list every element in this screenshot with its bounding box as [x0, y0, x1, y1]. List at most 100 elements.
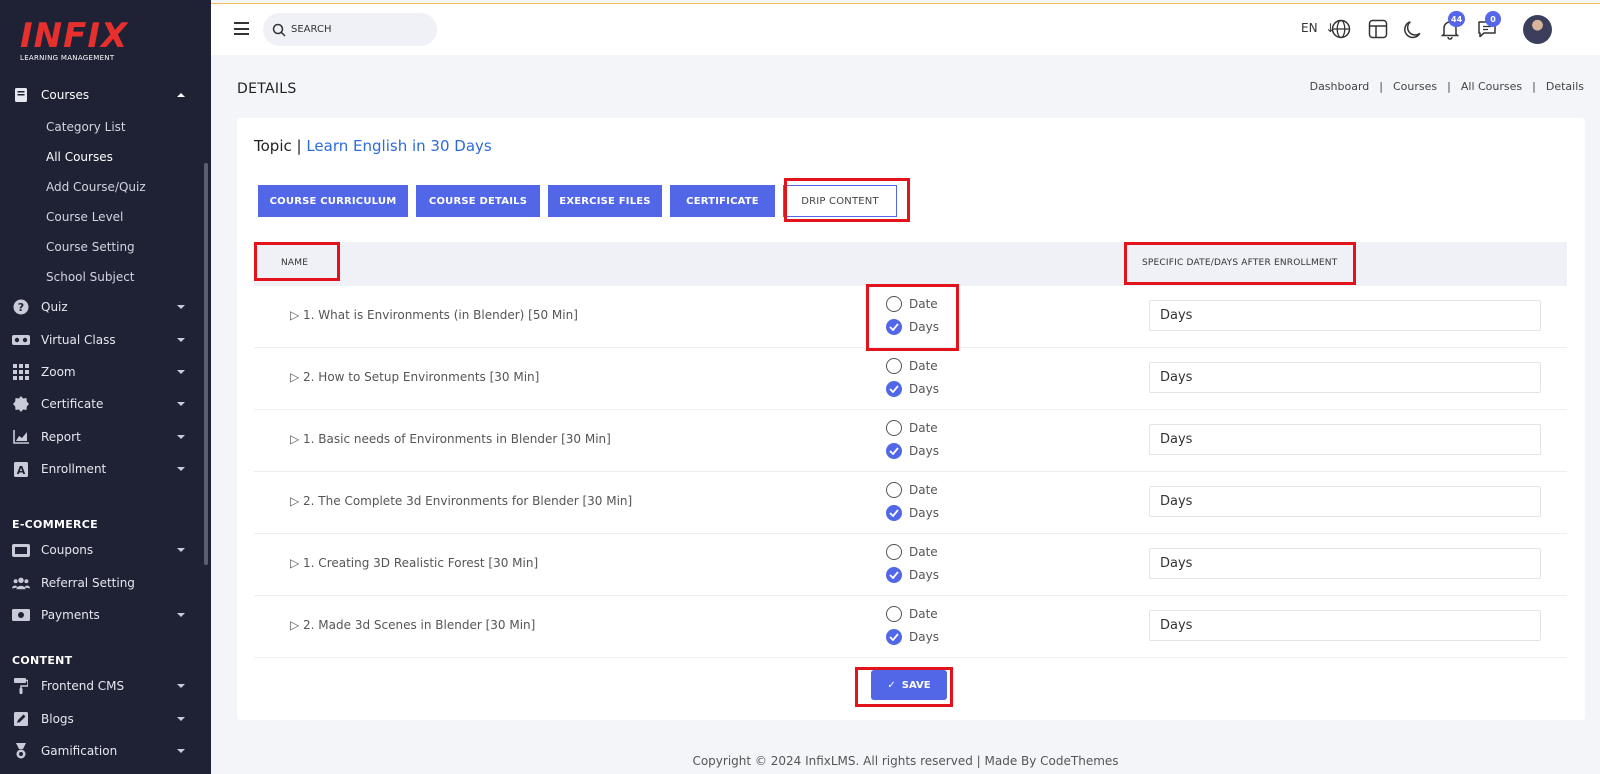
radio-days[interactable]: Days: [886, 505, 939, 521]
radio-date[interactable]: Date: [886, 482, 938, 498]
sidebar-subitem-add-course[interactable]: Add Course/Quiz: [46, 180, 146, 194]
users-icon: [12, 575, 30, 591]
breadcrumb-all-courses[interactable]: All Courses: [1461, 80, 1522, 93]
days-input[interactable]: [1149, 486, 1541, 517]
lesson-title[interactable]: ▷ 2. Made 3d Scenes in Blender [30 Min]: [290, 618, 535, 632]
radio-date[interactable]: Date: [886, 420, 938, 436]
lesson-title[interactable]: ▷ 1. Basic needs of Environments in Blen…: [290, 432, 611, 446]
content-card: Topic | Learn English in 30 Days COURSE …: [237, 118, 1585, 720]
grid-icon: [12, 364, 30, 380]
sidebar-item-enrollment[interactable]: A Enrollment: [0, 455, 205, 483]
menu-toggle-icon[interactable]: [234, 22, 249, 35]
sidebar-item-virtual-class[interactable]: Virtual Class: [0, 326, 205, 354]
app-logo[interactable]: INFIX LEARNING MANAGEMENT: [20, 18, 128, 62]
avatar[interactable]: [1523, 15, 1552, 44]
sidebar-item-courses[interactable]: Courses: [0, 81, 205, 109]
radio-days[interactable]: Days: [886, 443, 939, 459]
sidebar-subitem-all-courses[interactable]: All Courses: [46, 150, 113, 164]
radio-days[interactable]: Days: [886, 567, 939, 583]
table-header: NAME SPECIFIC DATE/DAYS AFTER ENROLLMENT: [254, 242, 1567, 286]
days-input[interactable]: [1149, 362, 1541, 393]
svg-text:?: ?: [18, 301, 24, 314]
radio-date[interactable]: Date: [886, 296, 938, 312]
svg-text:A: A: [17, 464, 26, 477]
sidebar-item-label: Virtual Class: [41, 333, 116, 347]
search-box[interactable]: [263, 13, 437, 46]
radio-days[interactable]: Days: [886, 319, 939, 335]
sidebar-item-label: Payments: [41, 608, 100, 622]
table-row: ▷ 1. What is Environments (in Blender) […: [254, 286, 1567, 348]
sidebar-item-zoom[interactable]: Zoom: [0, 358, 205, 386]
breadcrumb-dashboard[interactable]: Dashboard: [1310, 80, 1370, 93]
lesson-title[interactable]: ▷ 2. How to Setup Environments [30 Min]: [290, 370, 539, 384]
radio-days[interactable]: Days: [886, 629, 939, 645]
breadcrumb-separator: |: [1532, 80, 1536, 93]
lesson-title-text: 2. The Complete 3d Environments for Blen…: [303, 494, 633, 508]
days-input[interactable]: [1149, 424, 1541, 455]
tab-course-curriculum[interactable]: COURSE CURRICULUM: [258, 185, 408, 217]
lesson-title-text: 2. Made 3d Scenes in Blender [30 Min]: [303, 618, 536, 632]
topic-name-link[interactable]: Learn English in 30 Days: [306, 137, 491, 155]
sidebar-item-label: Zoom: [41, 365, 76, 379]
radio-label: Date: [909, 607, 938, 621]
sidebar-subitem-school-subject[interactable]: School Subject: [46, 270, 135, 284]
days-input[interactable]: [1149, 548, 1541, 579]
sidebar-item-label: Coupons: [41, 543, 94, 557]
chevron-down-icon: [177, 613, 185, 617]
days-input[interactable]: [1149, 610, 1541, 641]
radio-date[interactable]: Date: [886, 606, 938, 622]
tab-certificate[interactable]: CERTIFICATE: [670, 185, 775, 217]
sidebar-subitem-course-setting[interactable]: Course Setting: [46, 240, 135, 254]
notifications-button[interactable]: 44: [1439, 11, 1466, 40]
breadcrumb-courses[interactable]: Courses: [1393, 80, 1437, 93]
lesson-title[interactable]: ▷ 1. Creating 3D Realistic Forest [30 Mi…: [290, 556, 538, 570]
search-icon: [272, 23, 286, 37]
sidebar-subitem-category-list[interactable]: Category List: [46, 120, 126, 134]
messages-button[interactable]: 0: [1476, 11, 1501, 40]
radio-date[interactable]: Date: [886, 544, 938, 560]
table-row: ▷ 1. Creating 3D Realistic Forest [30 Mi…: [254, 534, 1567, 596]
sidebar-item-referral-setting[interactable]: Referral Setting: [0, 569, 205, 597]
tab-exercise-files[interactable]: EXERCISE FILES: [548, 185, 662, 217]
radio-checked-icon: [886, 505, 902, 521]
chevron-down-icon: [177, 435, 185, 439]
layout-icon[interactable]: [1367, 18, 1389, 40]
lesson-title-text: 2. How to Setup Environments [30 Min]: [303, 370, 540, 384]
radio-label: Days: [909, 320, 939, 334]
lesson-title-text: 1. Creating 3D Realistic Forest [30 Min]: [303, 556, 539, 570]
radio-label: Date: [909, 359, 938, 373]
lesson-title-text: 1. Basic needs of Environments in Blende…: [303, 432, 611, 446]
radio-label: Days: [909, 506, 939, 520]
sidebar-item-certificate[interactable]: Certificate: [0, 390, 205, 418]
radio-checked-icon: [886, 629, 902, 645]
lesson-title[interactable]: ▷ 2. The Complete 3d Environments for Bl…: [290, 494, 632, 508]
radio-checked-icon: [886, 319, 902, 335]
sidebar-subitem-course-level[interactable]: Course Level: [46, 210, 123, 224]
check-icon: ✓: [887, 679, 896, 691]
sidebar-item-coupons[interactable]: Coupons: [0, 536, 205, 564]
radio-days[interactable]: Days: [886, 381, 939, 397]
save-button[interactable]: ✓ SAVE: [871, 670, 947, 700]
course-tabs: COURSE CURRICULUM COURSE DETAILS EXERCIS…: [258, 185, 905, 217]
edit-icon: [12, 711, 30, 727]
sidebar-item-blogs[interactable]: Blogs: [0, 705, 205, 733]
lesson-title[interactable]: ▷ 1. What is Environments (in Blender) […: [290, 308, 578, 322]
search-input[interactable]: [291, 24, 421, 35]
radio-date[interactable]: Date: [886, 358, 938, 374]
moon-icon[interactable]: [1403, 18, 1425, 40]
sidebar-item-label: Quiz: [41, 300, 68, 314]
tab-course-details[interactable]: COURSE DETAILS: [416, 185, 540, 217]
globe-icon[interactable]: [1330, 18, 1352, 40]
radio-label: Date: [909, 545, 938, 559]
vr-icon: [12, 332, 30, 348]
sidebar-item-payments[interactable]: Payments: [0, 601, 205, 629]
sidebar-item-quiz[interactable]: ? Quiz: [0, 293, 205, 321]
radio-circle: [886, 482, 902, 498]
sidebar-item-frontend-cms[interactable]: Frontend CMS: [0, 672, 205, 700]
tab-drip-content[interactable]: DRIP CONTENT: [783, 185, 897, 217]
days-input[interactable]: [1149, 300, 1541, 331]
chevron-down-icon: [177, 684, 185, 688]
sidebar-item-gamification[interactable]: Gamification: [0, 737, 205, 765]
sidebar-item-report[interactable]: Report: [0, 423, 205, 451]
certificate-icon: [12, 396, 30, 412]
